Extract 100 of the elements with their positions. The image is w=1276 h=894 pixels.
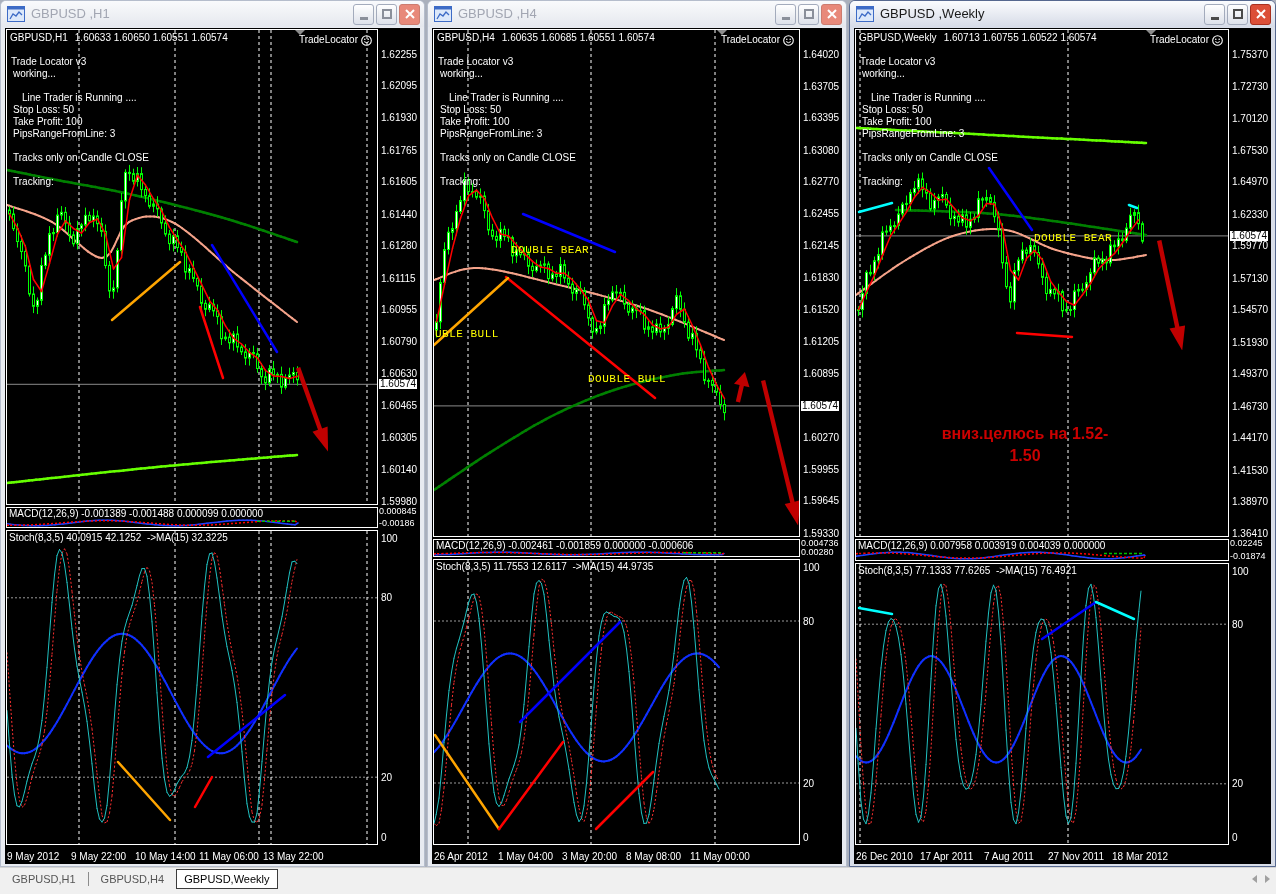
- scroll-right-icon[interactable]: [1265, 875, 1270, 883]
- price-label: 1.61605: [381, 177, 418, 187]
- indicator-label: MACD(12,26,9) -0.002461 -0.001859 0.000000 -0.000606: [436, 540, 694, 551]
- current-price-label: 1.60574: [1230, 230, 1269, 241]
- price-label: 1.70120: [1232, 114, 1269, 123]
- price-label: 1.62455: [803, 209, 840, 219]
- price-label: 1.59980: [381, 496, 418, 506]
- window-title: GBPUSD ,Weekly: [880, 5, 985, 24]
- time-label: 17 Apr 2011: [920, 851, 974, 862]
- chart-window-icon: [434, 6, 452, 22]
- axis-label: 80: [1232, 619, 1244, 629]
- price-label: 1.61765: [381, 145, 418, 155]
- price-label: 1.59770: [1232, 241, 1269, 251]
- close-icon[interactable]: [1255, 9, 1266, 19]
- close-icon[interactable]: [826, 9, 837, 19]
- minimize-button[interactable]: [1204, 3, 1225, 25]
- price-label: 1.61520: [803, 304, 840, 314]
- current-price-label: 1.60574: [801, 400, 840, 411]
- price-label: 1.61930: [381, 113, 418, 123]
- price-label: 1.61830: [803, 273, 840, 283]
- indicator-label: MACD(12,26,9) -0.001389 -0.001488 0.000099 0.000000: [9, 508, 264, 519]
- indicator-label: Stoch(8,3,5) 11.7553 12.6117 ->MA(15) 44.9735: [436, 561, 654, 573]
- time-label: 7 Aug 2011: [984, 851, 1034, 862]
- time-label: 8 May 08:00: [626, 851, 682, 862]
- current-price-label: 1.60574: [379, 379, 418, 390]
- price-label: 1.62255: [381, 49, 418, 59]
- indicator-label: Stoch(8,3,5) 77.1333 77.6265 ->MA(15) 76.4921: [858, 565, 1077, 577]
- axis-label: 0: [1232, 832, 1238, 842]
- indicator-label: Stoch(8,3,5) 40.0915 42.1252 ->MA(15) 32.3225: [9, 532, 228, 544]
- axis-label: 0.000845: [379, 507, 417, 516]
- price-label: 1.38970: [1232, 497, 1269, 506]
- tab[interactable]: GBPUSD,H1: [4, 869, 84, 889]
- time-label: 27 Nov 2011: [1048, 851, 1104, 862]
- close-button[interactable]: [399, 3, 420, 25]
- axis-label: 0: [381, 832, 387, 842]
- axis-label: 0: [803, 832, 809, 842]
- price-label: 1.60630: [381, 368, 418, 378]
- tab[interactable]: GBPUSD,Weekly: [176, 869, 278, 889]
- price-label: 1.62330: [1232, 209, 1269, 219]
- price-label: 1.46730: [1232, 401, 1269, 411]
- price-label: 1.62770: [803, 177, 840, 187]
- time-label: 10 May 14:00: [135, 851, 196, 862]
- price-label: 1.75370: [1232, 49, 1269, 59]
- axis-label: 100: [1232, 566, 1249, 576]
- price-label: 1.60305: [381, 432, 418, 442]
- indicator-label: MACD(12,26,9) 0.007958 0.003919 0.004039 0.000000: [858, 540, 1106, 551]
- time-label: 26 Dec 2010: [856, 851, 913, 862]
- price-label: 1.60140: [381, 465, 418, 475]
- window-title: GBPUSD ,H1: [31, 5, 110, 24]
- price-label: 1.61280: [381, 241, 418, 251]
- price-label: 1.60955: [381, 304, 418, 314]
- maximize-button[interactable]: [1227, 3, 1248, 25]
- axis-label: 80: [381, 593, 393, 603]
- price-label: 1.57130: [1232, 273, 1269, 283]
- price-label: 1.63705: [803, 81, 840, 91]
- price-label: 1.62145: [803, 241, 840, 250]
- price-label: 1.59645: [803, 496, 840, 506]
- axis-label: -0.00186: [379, 519, 415, 528]
- price-label: 1.62095: [381, 80, 418, 90]
- minimize-icon[interactable]: [1210, 16, 1219, 20]
- price-label: 1.51930: [1232, 337, 1269, 347]
- price-label: 1.49370: [1232, 369, 1269, 379]
- price-label: 1.54570: [1232, 305, 1269, 315]
- tab[interactable]: GBPUSD,H4: [92, 869, 173, 889]
- price-label: 1.61440: [381, 209, 418, 219]
- price-label: 1.63395: [803, 113, 840, 123]
- time-label: 1 May 04:00: [498, 851, 554, 862]
- price-label: 1.67530: [1232, 145, 1269, 155]
- price-label: 1.63080: [803, 145, 840, 155]
- time-label: 9 May 2012: [7, 851, 60, 862]
- chart-window-icon: [856, 6, 874, 22]
- window-title: GBPUSD ,H4: [458, 5, 537, 24]
- close-button[interactable]: [821, 3, 842, 25]
- time-label: 26 Apr 2012: [434, 851, 488, 862]
- axis-label: 100: [803, 562, 820, 572]
- time-label: 3 May 20:00: [562, 851, 618, 862]
- axis-label: 0.02245: [1230, 539, 1263, 548]
- price-label: 1.41530: [1232, 465, 1269, 475]
- time-label: 9 May 22:00: [71, 851, 127, 862]
- axis-label: 20: [803, 778, 815, 788]
- axis-label: 20: [381, 772, 393, 782]
- time-label: 18 Mar 2012: [1112, 851, 1169, 862]
- close-button[interactable]: [1250, 3, 1271, 25]
- price-label: 1.59955: [803, 464, 840, 474]
- price-label: 1.60465: [381, 401, 418, 411]
- time-label: 11 May 06:00: [199, 851, 259, 862]
- scroll-left-icon[interactable]: [1252, 875, 1257, 883]
- price-label: 1.64020: [803, 49, 840, 59]
- maximize-icon[interactable]: [1232, 9, 1243, 19]
- axis-label: 100: [381, 533, 398, 543]
- price-label: 1.60790: [381, 337, 418, 347]
- price-label: 1.64970: [1232, 177, 1269, 187]
- time-label: 13 May 22:00: [263, 851, 324, 862]
- chart-window-icon: [7, 6, 25, 22]
- price-label: 1.44170: [1232, 433, 1269, 443]
- price-label: 1.60895: [803, 368, 840, 378]
- time-label: 11 May 00:00: [690, 851, 750, 862]
- close-icon[interactable]: [404, 9, 415, 19]
- price-label: 1.61115: [381, 273, 416, 283]
- axis-label: 80: [803, 616, 815, 626]
